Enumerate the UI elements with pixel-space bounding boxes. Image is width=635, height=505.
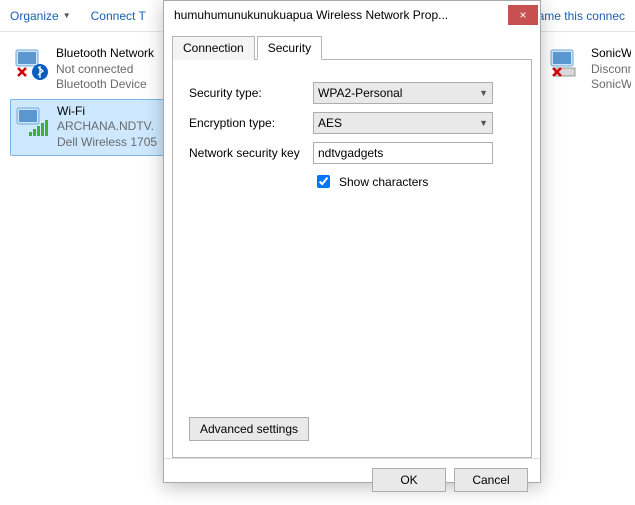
encryption-type-select[interactable]: AES ▼	[313, 112, 493, 134]
advanced-settings-button[interactable]: Advanced settings	[189, 417, 309, 441]
connection-text: Wi-Fi ARCHANA.NDTV. Dell Wireless 1705	[57, 104, 157, 151]
connection-device: Dell Wireless 1705	[57, 135, 157, 151]
rename-label: hame this connec	[531, 9, 625, 23]
dropdown-arrow-icon: ▼	[63, 11, 71, 20]
organize-menu[interactable]: Organize ▼	[10, 9, 71, 23]
wireless-properties-dialog: humuhumunukunukuapua Wireless Network Pr…	[163, 0, 541, 483]
encryption-type-row: Encryption type: AES ▼	[189, 112, 515, 134]
encryption-type-label: Encryption type:	[189, 116, 313, 130]
connections-col-right: SonicWALL I Disconnecte SonicWALL I	[545, 42, 635, 158]
connection-item-sonicwall[interactable]: SonicWALL I Disconnecte SonicWALL I	[545, 42, 635, 97]
wifi-adapter-icon	[15, 104, 51, 140]
dialog-footer: OK Cancel	[164, 458, 540, 500]
chevron-down-icon: ▼	[479, 88, 488, 98]
tab-security[interactable]: Security	[257, 36, 322, 60]
chevron-down-icon: ▼	[479, 118, 488, 128]
connect-label: Connect T	[91, 9, 146, 23]
security-type-row: Security type: WPA2-Personal ▼	[189, 82, 515, 104]
connections-col-left: Bluetooth Network Not connected Bluetoot…	[10, 42, 170, 158]
show-characters-checkbox[interactable]	[317, 175, 330, 188]
network-key-label: Network security key	[189, 146, 313, 160]
organize-label: Organize	[10, 9, 59, 23]
connection-item-wifi[interactable]: Wi-Fi ARCHANA.NDTV. Dell Wireless 1705	[10, 99, 170, 156]
close-button[interactable]: ×	[508, 5, 538, 25]
dialog-titlebar[interactable]: humuhumunukunukuapua Wireless Network Pr…	[164, 1, 540, 29]
bluetooth-adapter-icon	[14, 46, 50, 82]
dialog-title: humuhumunukunukuapua Wireless Network Pr…	[174, 8, 508, 22]
connection-device: SonicWALL I	[591, 77, 631, 93]
cancel-button[interactable]: Cancel	[454, 468, 528, 492]
ok-button[interactable]: OK	[372, 468, 446, 492]
sonicwall-adapter-icon	[549, 46, 585, 82]
connection-name: SonicWALL I	[591, 46, 631, 62]
security-type-select[interactable]: WPA2-Personal ▼	[313, 82, 493, 104]
show-characters-row: Show characters	[313, 172, 515, 191]
security-type-value: WPA2-Personal	[318, 86, 402, 100]
security-type-label: Security type:	[189, 86, 313, 100]
connection-status: Disconnecte	[591, 62, 631, 78]
rename-connection-menu[interactable]: hame this connec	[531, 9, 625, 23]
connection-item-bluetooth[interactable]: Bluetooth Network Not connected Bluetoot…	[10, 42, 170, 97]
network-key-input[interactable]	[313, 142, 493, 164]
connection-name: Bluetooth Network	[56, 46, 154, 62]
connection-device: Bluetooth Device	[56, 77, 154, 93]
connection-status: ARCHANA.NDTV.	[57, 119, 157, 135]
connection-name: Wi-Fi	[57, 104, 157, 120]
tab-connection[interactable]: Connection	[172, 36, 255, 60]
connect-to-menu[interactable]: Connect T	[91, 9, 146, 23]
security-tab-panel: Security type: WPA2-Personal ▼ Encryptio…	[172, 60, 532, 458]
encryption-type-value: AES	[318, 116, 342, 130]
tabs-container: Connection Security Security type: WPA2-…	[164, 29, 540, 458]
show-characters-label: Show characters	[339, 175, 428, 189]
tab-strip: Connection Security	[172, 35, 532, 60]
close-icon: ×	[519, 8, 526, 22]
connection-status: Not connected	[56, 62, 154, 78]
connection-text: SonicWALL I Disconnecte SonicWALL I	[591, 46, 631, 93]
connection-text: Bluetooth Network Not connected Bluetoot…	[56, 46, 154, 93]
network-key-row: Network security key	[189, 142, 515, 164]
